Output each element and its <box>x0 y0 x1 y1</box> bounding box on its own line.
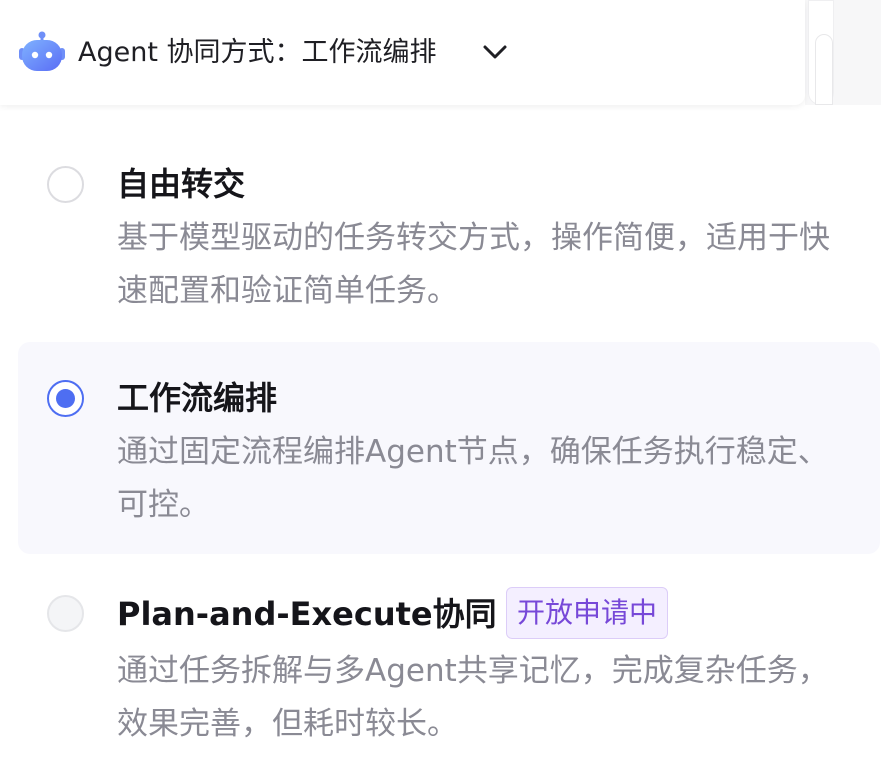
radio-workflow-orchestration[interactable] <box>47 380 84 417</box>
chevron-down-icon[interactable] <box>481 40 509 64</box>
robot-icon <box>19 31 65 71</box>
option-title: Plan-and-Execute协同 <box>117 595 497 633</box>
option-description: 基于模型驱动的任务转交方式，操作简便，适用于快速配置和验证简单任务。 <box>117 220 830 309</box>
radio-plan-and-execute[interactable] <box>47 595 84 632</box>
option-description: 通过固定流程编排Agent节点，确保任务执行稳定、可控。 <box>117 434 829 523</box>
option-workflow-orchestration[interactable]: 工作流编排 通过固定流程编排Agent节点，确保任务执行稳定、可控。 <box>18 342 880 554</box>
option-description: 通过任务拆解与多Agent共享记忆，完成复杂任务，效果完善，但耗时较长。 <box>117 653 829 742</box>
status-badge: 开放申请中 <box>506 587 669 639</box>
option-plan-and-execute[interactable]: Plan-and-Execute协同 开放申请中 通过任务拆解与多Agent共享… <box>18 555 880 770</box>
page-title: Agent 协同方式：工作流编排 <box>78 37 437 68</box>
collaboration-mode-dropdown[interactable]: Agent 协同方式：工作流编排 <box>0 0 805 105</box>
scrollbar-thumb[interactable] <box>815 34 833 105</box>
page: Agent 协同方式：工作流编排 自由转交 基于模型驱动的任务转交方式，操作简便… <box>0 0 881 784</box>
option-title: 工作流编排 <box>117 379 278 417</box>
option-free-handoff[interactable]: 自由转交 基于模型驱动的任务转交方式，操作简便，适用于快速配置和验证简单任务。 <box>18 128 880 328</box>
option-title: 自由转交 <box>117 165 246 203</box>
radio-free-handoff[interactable] <box>47 166 84 203</box>
